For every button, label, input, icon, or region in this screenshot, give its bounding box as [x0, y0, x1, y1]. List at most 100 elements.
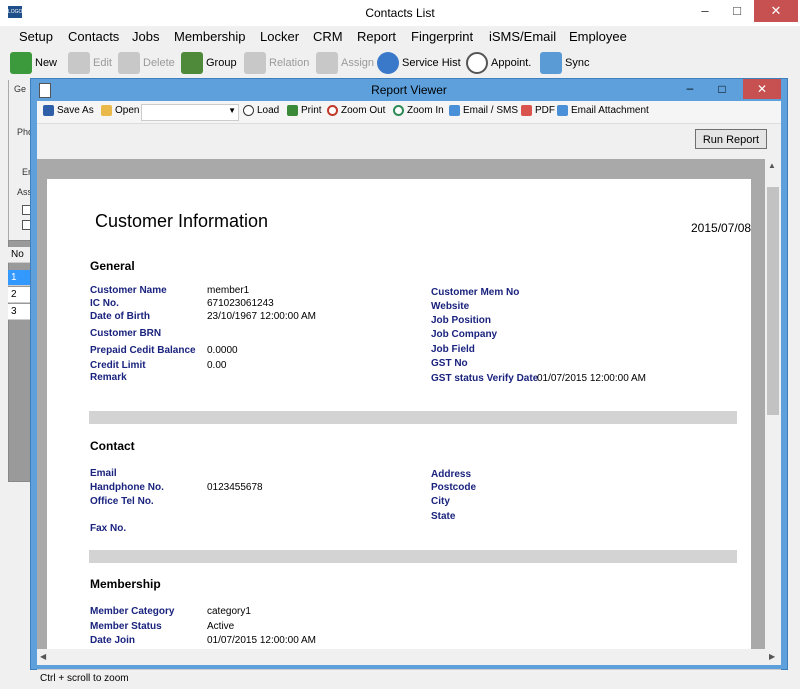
report-select[interactable]: ▼: [141, 104, 239, 121]
horizontal-scrollbar[interactable]: ◀ ▶: [37, 649, 781, 665]
clock-icon: [466, 52, 488, 74]
prepaid-value: 0.0000: [207, 345, 238, 356]
report-date: 2015/07/08: [691, 221, 751, 235]
state-label: State: [431, 511, 456, 522]
job-field-label: Job Field: [431, 344, 475, 355]
zoom-out-button[interactable]: Zoom Out: [327, 105, 385, 116]
menu-isms-email[interactable]: iSMS/Email: [489, 29, 556, 44]
appoint-button[interactable]: Appoint.: [466, 50, 531, 76]
zoom-out-icon: [327, 105, 338, 116]
menu-crm[interactable]: CRM: [313, 29, 343, 44]
menu-locker[interactable]: Locker: [260, 29, 299, 44]
report-viewer-window: Report Viewer – □ ✕ Save As Open ▼ Load: [30, 78, 788, 689]
chevron-right-icon[interactable]: ▶: [769, 652, 775, 661]
assign-button[interactable]: Assign: [316, 50, 374, 76]
chevron-left-icon[interactable]: ◀: [40, 652, 46, 661]
delete-user-icon: [118, 52, 140, 74]
mem-no-label: Customer Mem No: [431, 287, 520, 298]
report-viewer-title: Report Viewer: [371, 83, 447, 97]
relation-button[interactable]: Relation: [244, 50, 309, 76]
job-position-label: Job Position: [431, 315, 491, 326]
sync-button[interactable]: Sync: [540, 50, 589, 76]
website-label: Website: [431, 301, 470, 312]
pdf-button[interactable]: PDF: [521, 105, 555, 116]
prepaid-label: Prepaid Cedit Balance: [90, 345, 196, 356]
maximize-icon[interactable]: □: [722, 0, 752, 22]
report-viewer-titlebar: Report Viewer – □ ✕: [31, 79, 787, 101]
maximize-icon[interactable]: □: [709, 79, 735, 99]
chevron-down-icon[interactable]: ▼: [228, 106, 236, 115]
history-icon: [377, 52, 399, 74]
zoom-in-button[interactable]: Zoom In: [393, 105, 444, 116]
edit-button[interactable]: Edit: [68, 50, 112, 76]
menu-employee[interactable]: Employee: [569, 29, 627, 44]
section-separator: [89, 550, 737, 563]
section-heading-general: General: [90, 259, 135, 273]
menu-jobs[interactable]: Jobs: [132, 29, 159, 44]
close-icon[interactable]: ✕: [743, 79, 781, 99]
printer-icon: [287, 105, 298, 116]
handphone-value: 0123455678: [207, 482, 263, 493]
minimize-icon[interactable]: –: [677, 79, 703, 99]
handphone-label: Handphone No.: [90, 482, 164, 493]
chevron-up-icon[interactable]: ▲: [768, 161, 776, 170]
run-report-button[interactable]: Run Report: [695, 129, 767, 149]
minimize-icon[interactable]: –: [690, 0, 720, 22]
delete-button[interactable]: Delete: [118, 50, 175, 76]
job-company-label: Job Company: [431, 329, 498, 340]
menu-membership[interactable]: Membership: [174, 29, 246, 44]
save-as-button[interactable]: Save As: [43, 105, 94, 116]
save-icon: [43, 105, 54, 116]
group-button[interactable]: Group: [181, 50, 237, 76]
gst-verify-label: GST status Verify Date: [431, 373, 539, 384]
scrollbar-thumb[interactable]: [767, 187, 779, 415]
report-canvas: Customer Information 2015/07/08 General …: [37, 159, 781, 649]
report-title: Customer Information: [95, 211, 269, 231]
menu-bar: [0, 26, 800, 48]
zoom-in-icon: [393, 105, 404, 116]
service-hist-button[interactable]: Service Hist: [377, 50, 461, 76]
envelope-icon: [557, 105, 568, 116]
vertical-scrollbar[interactable]: ▲: [765, 159, 781, 649]
menu-setup[interactable]: Setup: [19, 29, 53, 44]
address-label: Address: [431, 469, 472, 480]
member-status-label: Member Status: [90, 621, 162, 632]
relation-icon: [244, 52, 266, 74]
load-button[interactable]: Load: [243, 105, 279, 116]
pdf-icon: [521, 105, 532, 116]
member-category-label: Member Category: [90, 606, 175, 617]
general-tab-label[interactable]: Ge: [14, 84, 26, 94]
menu-contacts[interactable]: Contacts: [68, 29, 119, 44]
status-bar: Ctrl + scroll to zoom: [37, 669, 781, 689]
folder-icon: [101, 105, 112, 116]
report-viewer-client: Save As Open ▼ Load Print Zoom Out Zoom …: [37, 101, 781, 689]
main-window-title: Contacts List: [365, 6, 435, 20]
postcode-label: Postcode: [431, 482, 477, 493]
member-category-value: category1: [207, 606, 251, 617]
envelope-icon: [449, 105, 460, 116]
office-tel-label: Office Tel No.: [90, 496, 154, 507]
menu-fingerprint[interactable]: Fingerprint: [411, 29, 473, 44]
new-button[interactable]: New: [10, 50, 57, 76]
open-button[interactable]: Open: [101, 105, 139, 116]
fax-label: Fax No.: [90, 523, 127, 534]
email-attachment-button[interactable]: Email Attachment: [557, 105, 649, 116]
email-sms-button[interactable]: Email / SMS: [449, 105, 518, 116]
menu-report[interactable]: Report: [357, 29, 396, 44]
section-heading-contact: Contact: [90, 439, 135, 453]
add-user-icon: [10, 52, 32, 74]
group-icon: [181, 52, 203, 74]
city-label: City: [431, 496, 450, 507]
report-page: Customer Information 2015/07/08 General …: [47, 179, 751, 649]
ic-label: IC No.: [90, 298, 119, 309]
gst-verify-value: 01/07/2015 12:00:00 AM: [537, 373, 646, 384]
print-button[interactable]: Print: [287, 105, 322, 116]
edit-user-icon: [68, 52, 90, 74]
section-separator: [89, 411, 737, 424]
email-label: Email: [90, 468, 117, 479]
credit-limit-value: 0.00: [207, 360, 227, 371]
ic-value: 671023061243: [207, 298, 274, 309]
close-icon[interactable]: ✕: [754, 0, 798, 22]
sync-icon: [540, 52, 562, 74]
date-join-label: Date Join: [90, 635, 136, 646]
